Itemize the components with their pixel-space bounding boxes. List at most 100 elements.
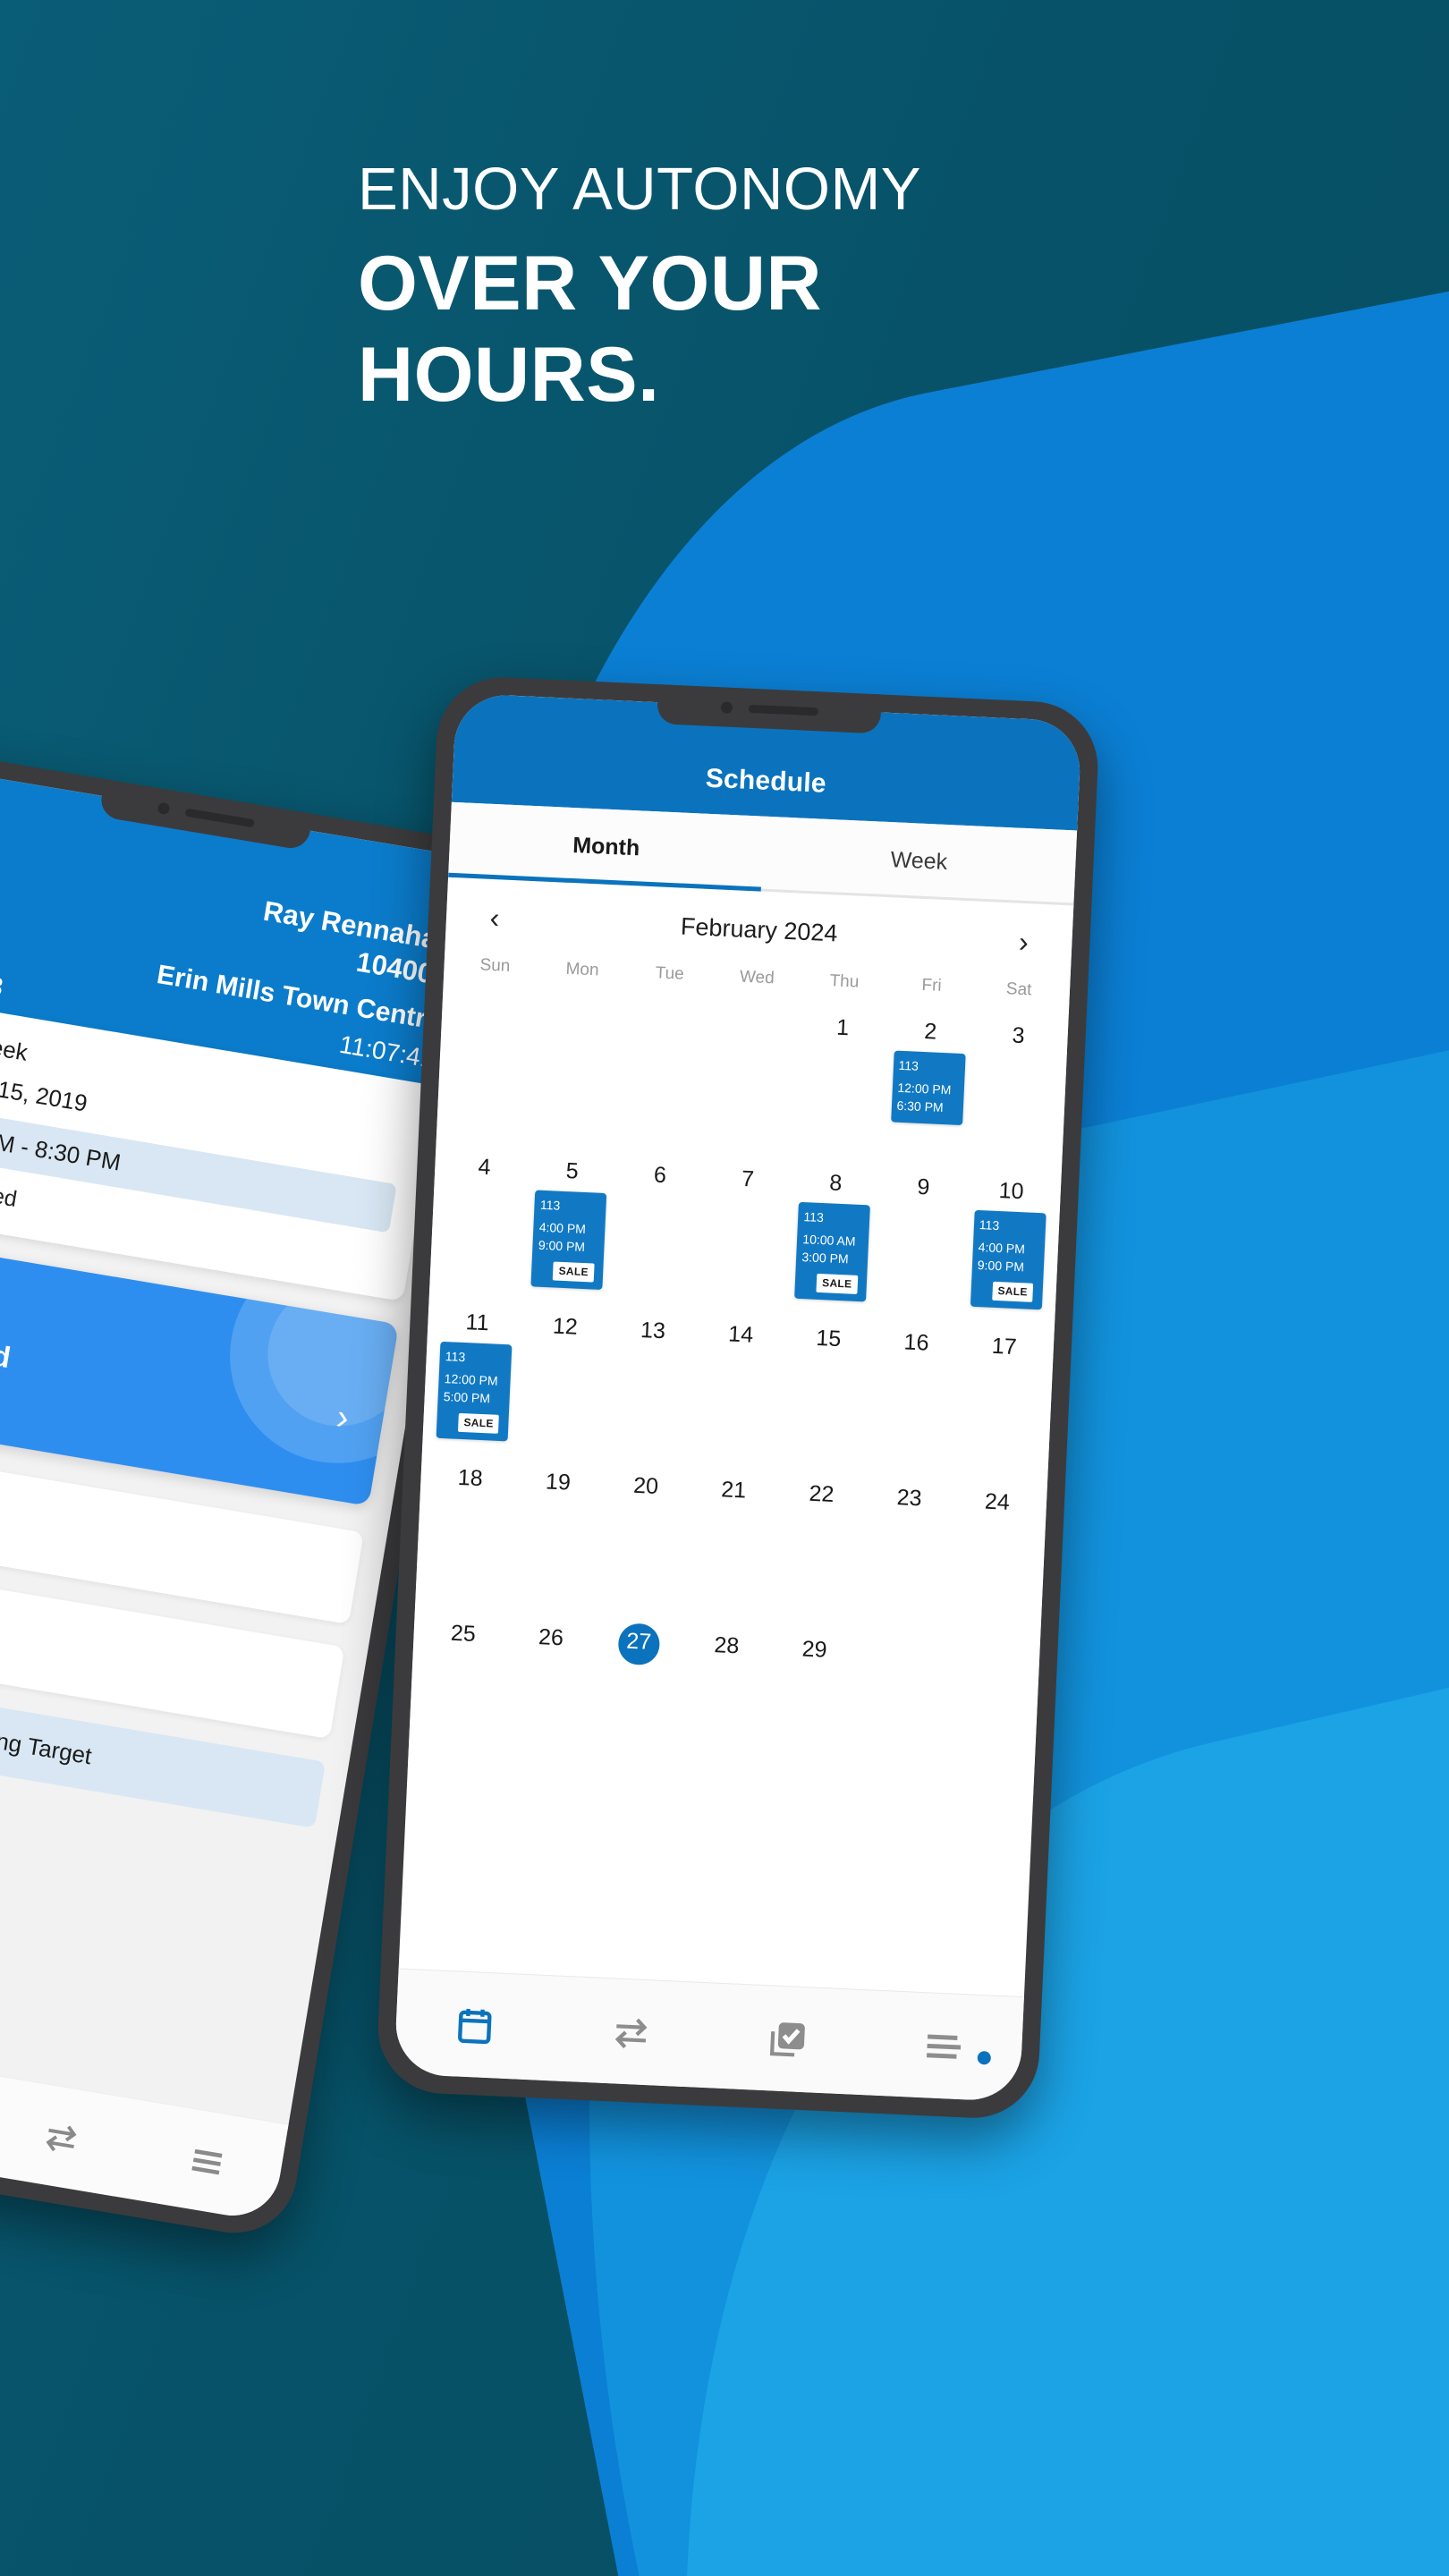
calendar-day-number: 22 (808, 1480, 835, 1507)
day-of-week-wed: Wed (739, 967, 775, 988)
calendar-day-4[interactable]: 4 (434, 1149, 529, 1309)
chevron-right-icon[interactable]: › (1004, 926, 1044, 958)
shift-end-time: 5:00 PM (443, 1388, 491, 1406)
calendar-day-18[interactable]: 18 (420, 1460, 515, 1619)
calendar-day-6[interactable]: 6 (610, 1157, 705, 1317)
calendar-day-8[interactable]: 8 113 10:00 AM 3:00 PM SALE (785, 1165, 880, 1324)
calendar-day-number: 12 (552, 1313, 579, 1340)
calendar-day-28[interactable]: 28 (676, 1628, 771, 1787)
calendar-cell-empty (705, 1005, 800, 1165)
shift-start-time: 12:00 PM (897, 1080, 952, 1097)
shift-start-time: 4:00 PM (538, 1219, 587, 1236)
calendar-day-12[interactable]: 12 (515, 1309, 610, 1468)
calendar-day-29[interactable]: 29 (764, 1631, 859, 1791)
shift-end-time: 9:00 PM (977, 1257, 1025, 1275)
calendar-day-14[interactable]: 14 (691, 1317, 785, 1476)
speaker-icon (748, 704, 818, 716)
calendar-day-7[interactable]: 7 (698, 1161, 792, 1320)
tab-week-label: Week (890, 846, 948, 875)
calendar-day-22[interactable]: 22 (771, 1476, 866, 1635)
page-title: Schedule (705, 763, 827, 799)
nav-swap-shift-button[interactable] (552, 2006, 710, 2058)
calendar-day-26[interactable]: 26 (501, 1620, 596, 1779)
calendar-day-number: 9 (916, 1174, 931, 1200)
calendar-day-3[interactable]: 3 (968, 1018, 1063, 1177)
nav-approve-button[interactable] (708, 2013, 866, 2065)
calendar-day-number: 6 (653, 1162, 667, 1189)
shift-tag-badge: SALE (992, 1281, 1034, 1302)
calendar-day-2[interactable]: 2 113 12:00 PM 6:30 PM (880, 1013, 975, 1173)
calendar-day-number: 10 (998, 1178, 1025, 1205)
calendar-day-23[interactable]: 23 (859, 1480, 953, 1640)
calendar-day-number: 28 (713, 1632, 740, 1659)
day-of-week-fri: Fri (920, 975, 943, 996)
shift-end-time: 3:00 PM (801, 1249, 849, 1267)
nav-calendar-button[interactable] (395, 2000, 554, 2050)
calendar-day-number: 2 (923, 1019, 937, 1045)
calendar-day-1[interactable]: 1 (792, 1010, 887, 1169)
calendar-day-number: 8 (828, 1170, 843, 1197)
shift-tag-badge: SALE (816, 1273, 858, 1294)
calendar-day-number: 20 (632, 1472, 659, 1500)
day-of-week-sat: Sat (1005, 979, 1032, 1000)
shift-event[interactable]: 113 12:00 PM 6:30 PM (890, 1050, 966, 1125)
calendar-day-21[interactable]: 21 (683, 1472, 778, 1631)
day-of-week-mon: Mon (565, 959, 600, 980)
calendar-day-number: 14 (727, 1321, 754, 1348)
calendar-day-13[interactable]: 13 (603, 1312, 698, 1471)
nav-menu-button[interactable] (131, 2129, 284, 2194)
nav-menu-button[interactable] (864, 2021, 1022, 2072)
calendar-day-25[interactable]: 25 (413, 1615, 508, 1775)
headline: ENJOY AUTONOMY OVER YOUR HOURS. (358, 157, 1127, 419)
swap-shift-arrows-icon (614, 2018, 647, 2048)
calendar-day-20[interactable]: 20 (596, 1468, 691, 1627)
calendar-day-number: 11 (465, 1309, 490, 1336)
chevron-left-icon[interactable]: ‹ (474, 902, 514, 934)
calendar-day-number: 29 (801, 1636, 828, 1663)
hamburger-menu-icon (926, 2033, 961, 2059)
calendar-day-24[interactable]: 24 (947, 1484, 1042, 1643)
calendar-day-number: 21 (720, 1477, 747, 1504)
calendar-day-5[interactable]: 5 113 4:00 PM 9:00 PM SALE (522, 1153, 617, 1312)
tab-month-label: Month (572, 832, 640, 860)
calendar-day-number: 17 (991, 1333, 1018, 1360)
notification-badge (977, 2050, 992, 2065)
calendar-day-number: 3 (1011, 1022, 1026, 1049)
shift-event[interactable]: 113 12:00 PM 5:00 PM SALE (436, 1341, 513, 1442)
shift-code: 113 (445, 1349, 466, 1365)
calendar-day-9[interactable]: 9 (873, 1169, 968, 1328)
shift-start-time: 4:00 PM (978, 1239, 1026, 1257)
shift-event[interactable]: 113 10:00 AM 3:00 PM SALE (794, 1201, 871, 1302)
shift-start-time: 10:00 AM (802, 1231, 856, 1249)
camera-icon (720, 700, 733, 714)
calendar-cell-empty (441, 994, 536, 1153)
calendar-day-number: 23 (896, 1485, 923, 1512)
main-phone-screen: Schedule Month Week ‹ February 2024 › Su… (394, 692, 1082, 2103)
calendar-day-27[interactable]: 27 (589, 1623, 683, 1783)
calendar-day-number: 25 (450, 1620, 477, 1647)
calendar-day-number: 24 (984, 1488, 1011, 1515)
day-of-week-tue: Tue (655, 963, 685, 984)
calendar-day-11[interactable]: 11 113 12:00 PM 5:00 PM SALE (427, 1304, 521, 1463)
calendar-day-16[interactable]: 16 (866, 1325, 961, 1484)
calendar-day-19[interactable]: 19 (508, 1464, 603, 1623)
month-label: February 2024 (680, 912, 839, 947)
calendar-day-number: 27 (625, 1628, 652, 1655)
shift-code: 113 (803, 1209, 825, 1225)
shift-tag-badge: SALE (553, 1261, 595, 1283)
day-of-week-thu: Thu (829, 971, 860, 992)
calendar-day-number: 26 (538, 1624, 564, 1651)
nav-swap-shift-button[interactable] (0, 2105, 138, 2170)
calendar-day-number: 18 (457, 1464, 484, 1492)
shift-end-time: 9:00 PM (538, 1237, 586, 1254)
swap-shift-arrows-icon (46, 2124, 77, 2151)
calendar-day-number: 5 (565, 1158, 580, 1184)
shift-event[interactable]: 113 4:00 PM 9:00 PM SALE (530, 1190, 607, 1290)
shift-event[interactable]: 113 4:00 PM 9:00 PM SALE (970, 1209, 1046, 1309)
headline-line-2: OVER YOUR (358, 241, 823, 327)
calendar-day-15[interactable]: 15 (778, 1320, 873, 1479)
shift-code: 113 (979, 1217, 1000, 1233)
calendar-day-17[interactable]: 17 (954, 1328, 1049, 1487)
calendar-day-10[interactable]: 10 113 4:00 PM 9:00 PM SALE (961, 1173, 1055, 1332)
shift-tag-badge: SALE (458, 1412, 500, 1434)
